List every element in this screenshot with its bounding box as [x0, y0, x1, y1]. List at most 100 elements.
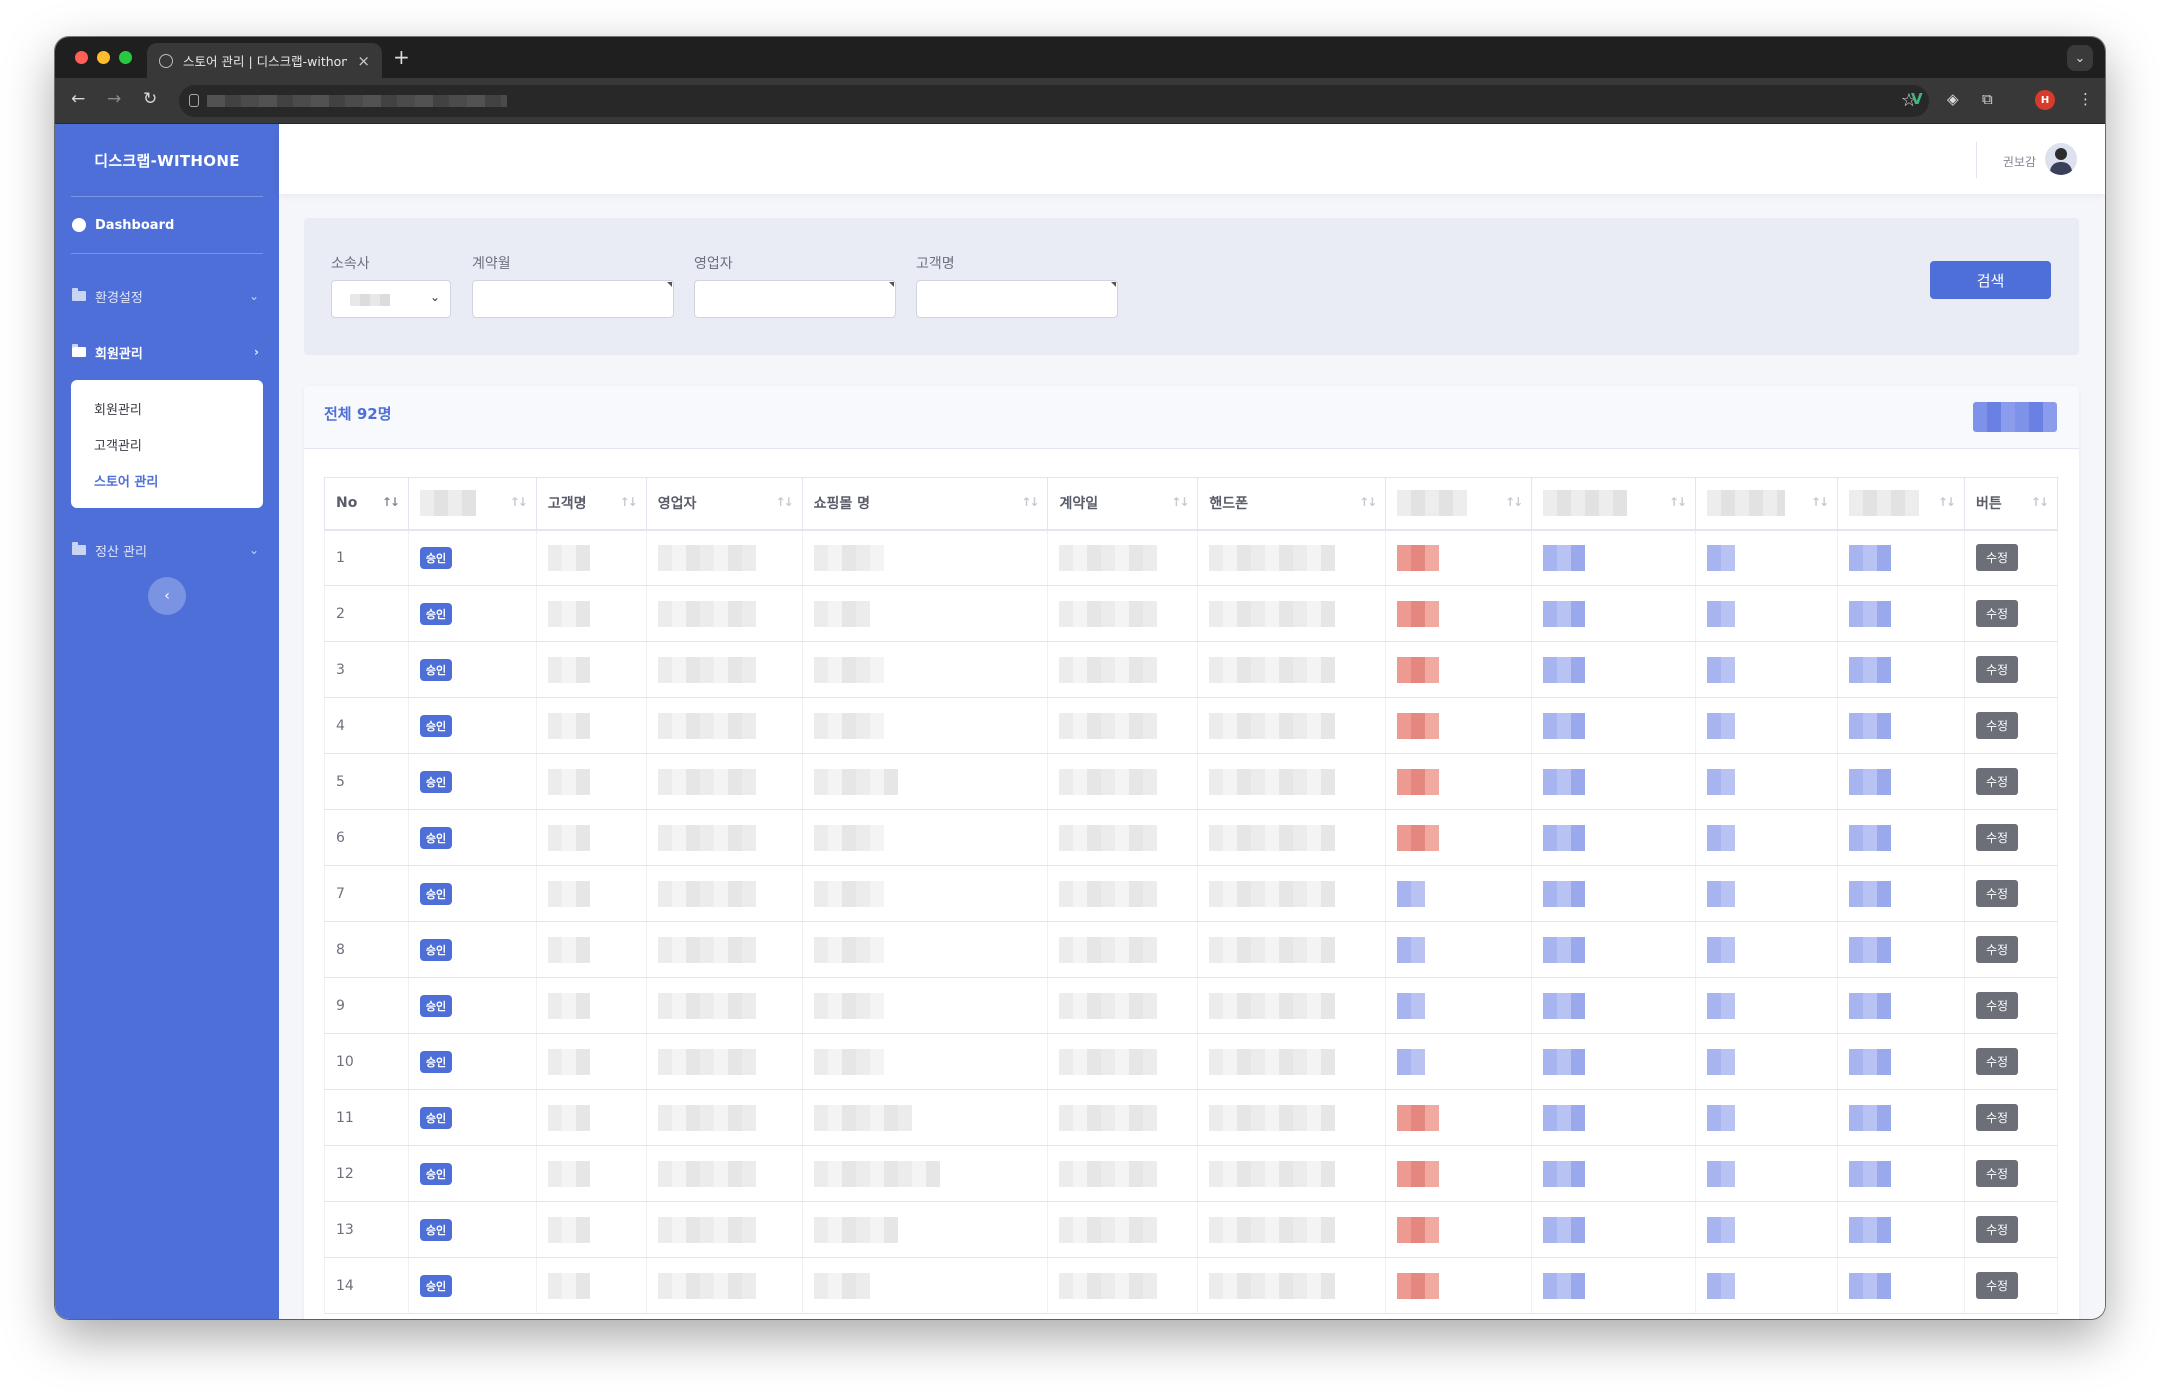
header-no[interactable]: No ↑↓ — [324, 477, 409, 531]
edit-button[interactable]: 수정 — [1975, 992, 2019, 1019]
edit-button[interactable]: 수정 — [1975, 544, 2019, 572]
user-avatar[interactable] — [2045, 143, 2077, 175]
table-row[interactable]: 5 승인 수정 — [324, 753, 2059, 810]
table-row[interactable]: 6 승인 수정 — [324, 809, 2059, 866]
sidebar-item-dashboard[interactable]: Dashboard — [55, 197, 279, 253]
extensions-puzzle-icon[interactable]: ⧉ — [1982, 90, 1993, 108]
sort-icon[interactable]: ↑↓ — [1505, 495, 1523, 509]
table-row[interactable]: 13 승인 수정 — [324, 1201, 2059, 1258]
company-select[interactable]: ⌄ — [331, 280, 451, 318]
url-text-redacted — [207, 95, 507, 107]
submenu-item-members[interactable]: 회원관리 — [71, 390, 263, 426]
header-phone[interactable]: 핸드폰 ↑↓ — [1197, 477, 1387, 531]
edit-button[interactable]: 수정 — [1975, 656, 2019, 683]
sort-icon[interactable]: ↑↓ — [1171, 495, 1189, 509]
sort-asc-icon[interactable]: ↑↓ — [382, 495, 400, 509]
header-col11[interactable]: ↑↓ — [1837, 477, 1965, 531]
table-row[interactable]: 10 승인 수정 — [324, 1033, 2059, 1090]
sort-icon[interactable]: ↑↓ — [510, 495, 528, 509]
cell-no: 9 — [324, 977, 409, 1034]
redacted-text — [547, 544, 590, 571]
header-col8[interactable]: ↑↓ — [1385, 477, 1533, 531]
edit-button[interactable]: 수정 — [1975, 1216, 2019, 1243]
close-icon[interactable]: × — [357, 52, 370, 70]
edit-button[interactable]: 수정 — [1975, 768, 2019, 795]
cell-status: 승인 — [407, 977, 537, 1034]
header-shop[interactable]: 쇼핑몰 명 ↑↓ — [801, 477, 1049, 531]
site-info-icon[interactable] — [189, 94, 199, 107]
edit-button[interactable]: 수정 — [1975, 824, 2019, 851]
address-bar[interactable]: ☆ — [179, 85, 1929, 117]
header-status[interactable]: ↑↓ — [407, 477, 537, 531]
chevron-down-icon: ⌄ — [248, 543, 259, 557]
table-row[interactable]: 14 승인 수정 — [324, 1257, 2059, 1314]
edit-button[interactable]: 수정 — [1975, 936, 2019, 963]
table-row[interactable]: 3 승인 수정 — [324, 641, 2059, 698]
sidebar-item-members[interactable]: 회원관리 › — [55, 324, 279, 380]
sort-icon[interactable]: ↑↓ — [1938, 495, 1956, 509]
browser-tab[interactable]: 스토어 관리 | 디스크랩-withone × — [147, 43, 382, 78]
header-button[interactable]: 버튼 ↑↓ — [1963, 477, 2059, 531]
table-row[interactable]: 9 승인 수정 — [324, 977, 2059, 1034]
sort-icon[interactable]: ↑↓ — [776, 495, 794, 509]
redacted-text — [547, 1272, 590, 1299]
edit-button[interactable]: 수정 — [1975, 1160, 2019, 1187]
sort-icon[interactable]: ↑↓ — [1359, 495, 1377, 509]
table-row[interactable]: 12 승인 수정 — [324, 1145, 2059, 1202]
header-customer[interactable]: 고객명 ↑↓ — [535, 477, 647, 531]
table-row[interactable]: 7 승인 수정 — [324, 865, 2059, 922]
sales-input[interactable] — [694, 280, 896, 318]
shield-extension-icon[interactable]: ◈ — [1947, 90, 1959, 108]
header-label-redacted — [1849, 490, 1920, 517]
edit-button[interactable]: 수정 — [1975, 600, 2019, 627]
cell-customer — [535, 529, 647, 586]
vue-devtools-icon[interactable]: V — [1911, 90, 1923, 108]
sort-icon[interactable]: ↑↓ — [620, 495, 638, 509]
sort-icon[interactable]: ↑↓ — [1021, 495, 1039, 509]
tab-search-button[interactable]: ⌄ — [2067, 45, 2093, 71]
sort-icon[interactable]: ↑↓ — [1669, 495, 1687, 509]
sort-icon[interactable]: ↑↓ — [2031, 495, 2049, 509]
sidebar-toggle-button[interactable]: ‹ — [148, 577, 186, 615]
redacted-value — [1849, 992, 1892, 1019]
submenu-item-store[interactable]: 스토어 관리 — [71, 462, 263, 498]
sidebar-item-settlement[interactable]: 정산 관리 ⌄ — [55, 522, 279, 578]
sort-icon[interactable]: ↑↓ — [1811, 495, 1829, 509]
header-col9[interactable]: ↑↓ — [1531, 477, 1697, 531]
table-row[interactable]: 2 승인 수정 — [324, 585, 2059, 642]
header-label-redacted — [1543, 490, 1628, 517]
new-tab-button[interactable]: + — [393, 45, 410, 69]
minimize-window-button[interactable] — [97, 51, 110, 64]
month-input[interactable] — [472, 280, 674, 318]
edit-button[interactable]: 수정 — [1975, 1272, 2019, 1299]
submenu-item-customers[interactable]: 고객관리 — [71, 426, 263, 462]
table-row[interactable]: 4 승인 수정 — [324, 697, 2059, 754]
header-contract-date[interactable]: 계약일 ↑↓ — [1047, 477, 1199, 531]
search-button[interactable]: 검색 — [1930, 261, 2051, 299]
edit-button[interactable]: 수정 — [1975, 712, 2019, 739]
table-row[interactable]: 8 승인 수정 — [324, 921, 2059, 978]
close-window-button[interactable] — [75, 51, 88, 64]
header-sales[interactable]: 영업자 ↑↓ — [645, 477, 803, 531]
browser-menu-icon[interactable]: ⋮ — [2078, 90, 2093, 108]
cell-col9 — [1531, 1201, 1697, 1258]
maximize-window-button[interactable] — [119, 51, 132, 64]
edit-button[interactable]: 수정 — [1975, 880, 2019, 907]
customer-input[interactable] — [916, 280, 1118, 318]
table-row[interactable]: 11 승인 수정 — [324, 1089, 2059, 1146]
reload-icon[interactable]: ↻ — [143, 89, 157, 109]
header-col10[interactable]: ↑↓ — [1695, 477, 1839, 531]
cell-col9 — [1531, 641, 1697, 698]
redacted-text — [657, 1048, 756, 1075]
edit-button[interactable]: 수정 — [1975, 1104, 2019, 1131]
edit-button[interactable]: 수정 — [1975, 1048, 2019, 1075]
profile-avatar[interactable]: H — [2035, 90, 2055, 110]
sidebar-item-settings[interactable]: 환경설정 ⌄ — [55, 268, 279, 324]
brand-logo[interactable]: 디스크랩-WITHONE — [55, 124, 279, 196]
redacted-text — [813, 600, 870, 627]
back-icon[interactable]: ← — [71, 89, 85, 109]
forward-icon[interactable]: → — [107, 89, 121, 109]
table-row[interactable]: 1 승인 수정 — [324, 529, 2059, 586]
user-name[interactable]: 권보감 — [2003, 153, 2036, 170]
header-action-button-redacted[interactable] — [1973, 402, 2057, 432]
